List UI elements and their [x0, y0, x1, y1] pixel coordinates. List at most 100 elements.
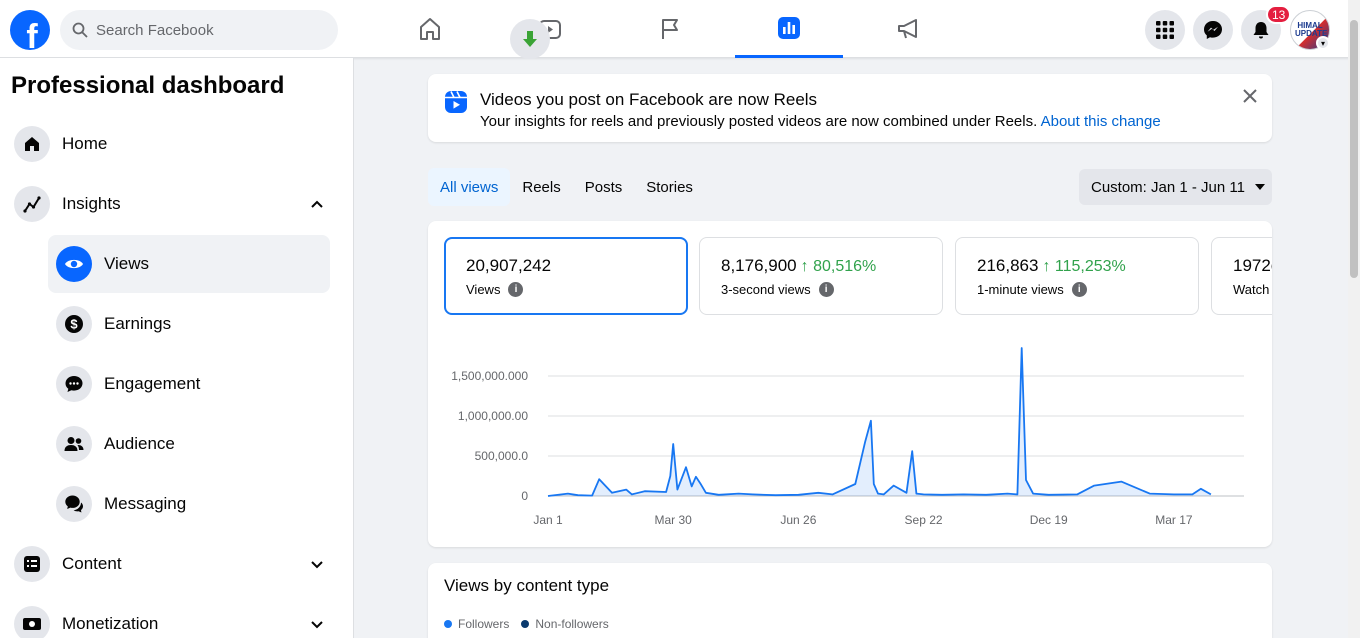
sidebar-item-content[interactable]: Content — [8, 535, 330, 593]
series-line — [547, 347, 1212, 497]
metric-change: ↑ 115,253% — [1042, 258, 1126, 275]
bell-icon — [1253, 22, 1269, 39]
y-tick-label: 0 — [521, 489, 528, 503]
sidebar-item-messaging[interactable]: Messaging — [48, 475, 330, 533]
messenger-icon — [1204, 21, 1222, 39]
eye-icon — [56, 246, 92, 282]
sidebar-item-label: Insights — [62, 194, 121, 213]
chevron-up-icon[interactable] — [308, 195, 326, 213]
facebook-logo[interactable]: f — [10, 10, 50, 50]
dashboard-icon — [778, 16, 800, 39]
sidebar-title: Professional dashboard — [11, 72, 285, 99]
x-tick-label: Mar 30 — [655, 513, 693, 527]
sidebar-item-insights[interactable]: Insights — [8, 175, 330, 233]
facebook-logo-letter: f — [26, 18, 38, 50]
metric-value: 20,907,242 — [466, 256, 552, 275]
legend-item-non-followers: Non-followers — [521, 617, 609, 631]
menu-button[interactable] — [1145, 10, 1185, 50]
metric-card-watch-time[interactable]: 1972c Watch — [1211, 237, 1272, 315]
sidebar-item-label: Messaging — [104, 494, 187, 513]
nav-dashboard-tab[interactable] — [735, 0, 843, 58]
x-tick-label: Dec 19 — [1030, 513, 1068, 527]
info-icon[interactable]: i — [508, 282, 524, 297]
notification-count-badge: 13 — [1266, 5, 1292, 24]
money-icon — [14, 606, 50, 638]
scrollbar-thumb[interactable] — [1350, 20, 1358, 278]
info-icon[interactable]: i — [818, 282, 834, 297]
nav-home-tab[interactable] — [376, 0, 484, 58]
sidebar-item-home[interactable]: Home — [8, 115, 330, 173]
sidebar: Professional dashboard Home Insights Vie… — [0, 58, 354, 638]
legend-item-followers: Followers — [444, 617, 509, 631]
home-icon — [14, 126, 50, 162]
tab-reels[interactable]: Reels — [510, 168, 572, 206]
metric-change: ↑ 80,516% — [800, 258, 877, 275]
sidebar-item-views[interactable]: Views — [48, 235, 330, 293]
megaphone-icon — [898, 19, 917, 39]
sidebar-item-label: Audience — [104, 434, 175, 453]
search-box[interactable] — [60, 10, 338, 50]
metric-card-3-second-views[interactable]: 8,176,900 ↑ 80,516% 3-second views i — [699, 237, 943, 315]
x-tick-label: Sep 22 — [905, 513, 943, 527]
card-title: Views by content type — [444, 576, 610, 595]
metric-label: Watch — [1233, 282, 1270, 297]
views-line-chart: 0 500,000.0 1,000,000.00 1,500,000.000 Jan 1… — [451, 347, 1244, 527]
x-tick-label: Jun 26 — [780, 513, 816, 527]
content-icon — [14, 546, 50, 582]
legend-dot — [521, 620, 530, 628]
views-filter-tabs: All views Reels Posts Stories — [428, 168, 705, 206]
svg-text:$: $ — [70, 317, 78, 332]
messenger-button[interactable] — [1193, 10, 1233, 50]
search-icon — [72, 22, 88, 38]
close-icon[interactable] — [1240, 86, 1260, 106]
metric-card-views[interactable]: 20,907,242 Views i — [444, 237, 688, 315]
series-area — [548, 348, 1211, 496]
banner-subtitle-text: Your insights for reels and previously p… — [480, 113, 1038, 130]
download-arrow-icon — [523, 31, 537, 47]
metric-label: Views — [466, 282, 501, 297]
reels-notice-banner: Videos you post on Facebook are now Reel… — [428, 74, 1272, 142]
sidebar-item-earnings[interactable]: $ Earnings — [48, 295, 330, 353]
legend-dot — [444, 620, 452, 628]
metric-value: 216,863 — [977, 256, 1039, 275]
y-tick-label: 500,000.0 — [475, 449, 529, 463]
sidebar-item-label: Views — [104, 254, 150, 273]
sidebar-item-label: Content — [62, 554, 122, 573]
sidebar-item-audience[interactable]: Audience — [48, 415, 330, 473]
chat-bubble-icon — [56, 366, 92, 402]
chart-legend: Followers Non-followers — [444, 617, 621, 631]
tab-stories[interactable]: Stories — [634, 168, 705, 206]
sidebar-item-label: Earnings — [104, 314, 172, 333]
metric-label: 3-second views — [721, 282, 811, 297]
insights-icon — [14, 186, 50, 222]
banner-title: Videos you post on Facebook are now Reel… — [480, 90, 818, 109]
tab-posts[interactable]: Posts — [573, 168, 635, 206]
x-tick-label: Mar 17 — [1155, 513, 1193, 527]
about-change-link[interactable]: About this change — [1041, 113, 1161, 130]
search-input[interactable] — [96, 21, 316, 39]
people-icon — [56, 426, 92, 462]
metric-value: 8,176,900 — [721, 256, 797, 275]
sidebar-item-label: Engagement — [104, 374, 201, 393]
metric-card-1-minute-views[interactable]: 216,863 ↑ 115,253% 1-minute views i — [955, 237, 1199, 315]
sidebar-item-monetization[interactable]: Monetization — [8, 595, 330, 638]
date-range-dropdown[interactable]: Custom: Jan 1 - Jun 11 — [1079, 169, 1272, 205]
chevron-down-icon[interactable] — [308, 615, 326, 633]
chevron-down-icon[interactable] — [308, 555, 326, 573]
banner-subtitle: Your insights for reels and previously p… — [480, 113, 1161, 130]
page-scrollbar[interactable] — [1348, 0, 1360, 638]
dollar-icon: $ — [56, 306, 92, 342]
top-navigation-bar: f 13 HIMAL UPDATE ▾ — [0, 0, 1360, 59]
caret-down-icon — [1254, 184, 1265, 190]
nav-ads-tab[interactable] — [855, 0, 963, 58]
grid-menu-icon — [1156, 21, 1174, 39]
sidebar-item-engagement[interactable]: Engagement — [48, 355, 330, 413]
tab-all-views[interactable]: All views — [428, 168, 511, 206]
account-chevron-icon[interactable]: ▾ — [1316, 36, 1330, 50]
legend-label: Non-followers — [535, 617, 609, 631]
nav-pages-tab[interactable] — [616, 0, 724, 58]
info-icon[interactable]: i — [1071, 282, 1087, 297]
metric-label: 1-minute views — [977, 282, 1064, 297]
views-overview-card: 20,907,242 Views i 8,176,900 ↑ 80,516% 3-s… — [428, 221, 1272, 547]
download-extension-button[interactable] — [510, 19, 550, 59]
